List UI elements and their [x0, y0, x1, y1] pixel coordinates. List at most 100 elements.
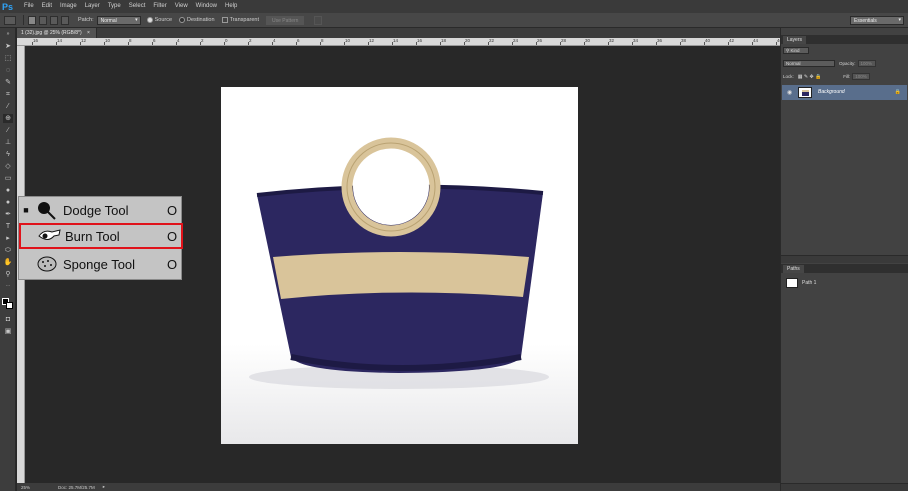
opacity-field[interactable]: 100%	[857, 60, 876, 67]
clone-stamp-tool-icon[interactable]: ⊥	[3, 138, 13, 147]
history-brush-tool-icon[interactable]: ϟ	[3, 150, 13, 159]
zoom-tool-icon[interactable]: ⚲	[3, 270, 13, 279]
hand-tool-icon[interactable]: ✋	[3, 258, 13, 267]
menu-filter[interactable]: Filter	[149, 0, 170, 13]
sponge-icon	[33, 254, 61, 274]
tab-layers[interactable]: Layers	[783, 36, 807, 44]
quick-select-tool-icon[interactable]: ✎	[3, 78, 13, 87]
tab-paths[interactable]: Paths	[783, 265, 804, 273]
ruler-tick	[224, 42, 225, 45]
new-selection-icon[interactable]	[28, 15, 36, 25]
straw-bag-image	[249, 137, 549, 389]
layer-name: Background	[818, 89, 845, 95]
lock-icons[interactable]: ▦ ✎ ✥ 🔒	[798, 74, 822, 80]
collapse-icon[interactable]: »	[3, 30, 13, 39]
marquee-tool-icon[interactable]: ⬚	[3, 54, 13, 63]
visibility-eye-icon[interactable]: ◉	[787, 89, 792, 96]
ruler-tick	[656, 42, 657, 45]
use-pattern-button[interactable]: Use Pattern	[266, 15, 305, 25]
gradient-tool-icon[interactable]: ▭	[3, 174, 13, 183]
lasso-tool-icon[interactable]: ◌	[3, 66, 13, 75]
dodge-tool-icon[interactable]: ●	[3, 198, 13, 207]
eraser-tool-icon[interactable]: ◇	[3, 162, 13, 171]
ruler-label: 10	[105, 38, 111, 43]
patch-tool-icon[interactable]: ⊕	[3, 114, 13, 123]
ruler-label: 8	[129, 38, 132, 43]
lock-row: Lock: ▦ ✎ ✥ 🔒 Fill: 100%	[783, 72, 905, 81]
fill-field[interactable]: 100%	[852, 73, 871, 80]
menu-type[interactable]: Type	[104, 0, 125, 13]
photoshop-logo: Ps	[2, 1, 14, 12]
patch-mode-select[interactable]: Normal ▾	[96, 15, 141, 25]
menu-help[interactable]: Help	[221, 0, 241, 13]
status-menu-icon[interactable]: ▸	[103, 484, 105, 490]
menu-layer[interactable]: Layer	[81, 0, 104, 13]
menu-window[interactable]: Window	[192, 0, 221, 13]
ruler-tick	[680, 42, 681, 45]
ruler-label: 18	[441, 38, 447, 43]
menu-image[interactable]: Image	[56, 0, 81, 13]
background-color-swatch[interactable]	[6, 302, 13, 309]
transparent-checkbox[interactable]	[221, 17, 228, 23]
menu-file[interactable]: File	[20, 0, 38, 13]
more-tools-icon[interactable]: ⋯	[3, 282, 13, 291]
ruler-label: 6	[153, 38, 156, 43]
pattern-picker[interactable]	[314, 15, 323, 25]
menu-select[interactable]: Select	[125, 0, 150, 13]
ruler-label: 2	[249, 38, 252, 43]
tool-preset-picker[interactable]	[4, 15, 16, 25]
dodge-tool-label: Dodge Tool	[63, 202, 129, 218]
patch-label: Patch:	[78, 17, 94, 23]
close-icon[interactable]: ×	[87, 30, 90, 36]
dodge-tool-item[interactable]: ■ Dodge Tool O	[19, 197, 181, 223]
blur-tool-icon[interactable]: ●	[3, 186, 13, 195]
ruler-tick	[440, 42, 441, 45]
crop-tool-icon[interactable]: ⌗	[3, 90, 13, 99]
type-tool-icon[interactable]: T	[3, 222, 13, 231]
move-tool-icon[interactable]: ➤	[3, 42, 13, 51]
blend-mode-select[interactable]: Normal	[783, 60, 835, 67]
ruler-label: 20	[465, 38, 471, 43]
panels-dock: Layers ⚲ Kind Normal Opacity: 100% Lock:…	[780, 28, 908, 491]
pen-tool-icon[interactable]: ✒	[3, 210, 13, 219]
status-bar: 25% Doc: 25.7M/25.7M ▸	[17, 483, 780, 491]
subtract-selection-icon[interactable]	[50, 15, 58, 25]
sponge-tool-item[interactable]: Sponge Tool O	[19, 251, 181, 277]
ruler-label: 8	[321, 38, 324, 43]
fill-label: Fill:	[843, 74, 851, 79]
shape-tool-icon[interactable]: ⬭	[3, 246, 13, 255]
source-radio[interactable]	[146, 17, 153, 23]
paths-tab-bar: Paths	[781, 264, 908, 273]
brush-tool-icon[interactable]: ∕	[3, 126, 13, 135]
dodge-tool-shortcut: O	[166, 202, 178, 218]
intersect-selection-icon[interactable]	[61, 15, 69, 25]
opacity-label: Opacity:	[839, 61, 856, 66]
zoom-level[interactable]: 25%	[21, 485, 30, 490]
kind-filter-select[interactable]: ⚲ Kind	[783, 47, 809, 54]
blend-row: Normal Opacity: 100%	[783, 59, 905, 68]
ruler-tick	[464, 42, 465, 45]
layer-row-background[interactable]: ◉ Background 🔒	[782, 85, 907, 100]
burn-tool-item[interactable]: Burn Tool O	[19, 223, 183, 249]
ruler-tick	[536, 42, 537, 45]
ruler-label: 14	[393, 38, 399, 43]
ruler-label: 12	[81, 38, 87, 43]
document-tab[interactable]: 1 (32).jpg @ 25% (RGB/8*) ×	[17, 28, 97, 38]
ruler-tick	[152, 42, 153, 45]
path-select-tool-icon[interactable]: ▸	[3, 234, 13, 243]
ruler-label: 44	[753, 38, 759, 43]
document-tab-title: 1 (32).jpg @ 25% (RGB/8*)	[21, 30, 82, 36]
eyedropper-tool-icon[interactable]: ⁄	[3, 102, 13, 111]
tools-panel: » ➤ ⬚ ◌ ✎ ⌗ ⁄ ⊕ ∕ ⊥ ϟ ◇ ▭ ● ● ✒ T ▸ ⬭ ✋ …	[0, 28, 16, 491]
menu-edit[interactable]: Edit	[38, 0, 56, 13]
path-row[interactable]: Path 1	[782, 277, 907, 289]
workspace-select[interactable]: Essentials ▾	[850, 16, 904, 25]
add-selection-icon[interactable]	[39, 15, 47, 25]
destination-radio[interactable]	[179, 17, 186, 23]
chevron-down-icon: ▾	[898, 17, 901, 23]
screen-mode-icon[interactable]: ▣	[3, 327, 13, 336]
dodge-icon	[33, 200, 61, 220]
quick-mask-icon[interactable]: ◘	[3, 315, 13, 324]
menu-view[interactable]: View	[171, 0, 192, 13]
document-canvas[interactable]	[221, 87, 578, 444]
